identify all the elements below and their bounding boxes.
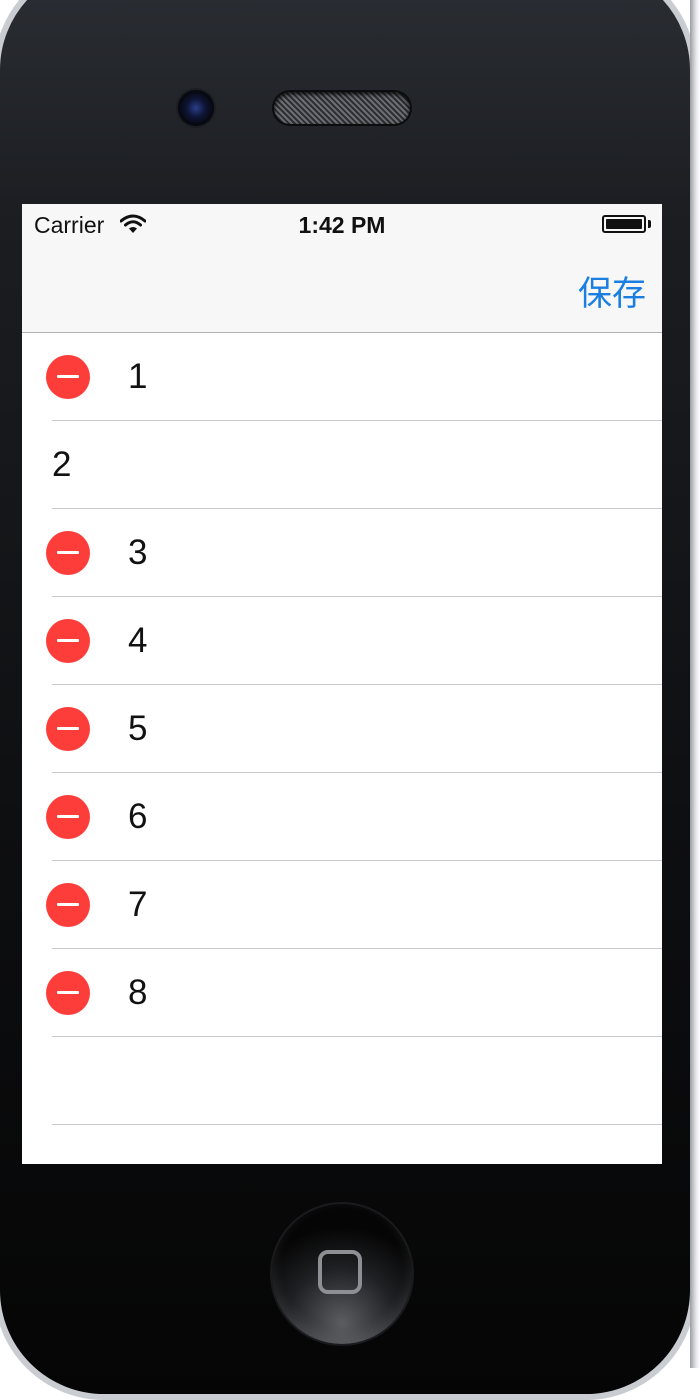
table-row[interactable]: 5 <box>22 685 662 773</box>
speaker-icon <box>274 92 410 124</box>
row-label: 3 <box>128 533 148 572</box>
row-label: 1 <box>128 357 148 396</box>
device-edge <box>690 0 700 1368</box>
save-button[interactable]: 保存 <box>578 266 646 315</box>
minus-bar <box>57 991 79 994</box>
table-row[interactable] <box>22 1037 662 1125</box>
row-separator <box>52 1124 662 1125</box>
minus-bar <box>57 727 79 730</box>
minus-bar <box>57 815 79 818</box>
minus-bar <box>57 375 79 378</box>
table-row[interactable]: 4 <box>22 597 662 685</box>
minus-circle-icon[interactable] <box>46 355 90 399</box>
row-label: 5 <box>128 709 148 748</box>
home-button-icon[interactable] <box>272 1204 412 1344</box>
minus-bar <box>57 639 79 642</box>
table-view: 1 2 3 4 5 6 7 8 <box>22 333 662 1125</box>
minus-bar <box>57 551 79 554</box>
table-row[interactable]: 2 <box>22 421 662 509</box>
navigation-bar: 保存 <box>22 244 662 333</box>
table-row[interactable]: 7 <box>22 861 662 949</box>
table-row[interactable]: 1 <box>22 333 662 421</box>
table-row[interactable]: 8 <box>22 949 662 1037</box>
battery-tip <box>648 220 651 228</box>
home-square-icon <box>318 1250 362 1294</box>
clock-label: 1:42 PM <box>298 212 386 238</box>
camera-icon <box>178 90 214 126</box>
row-label: 2 <box>52 445 72 484</box>
minus-circle-icon[interactable] <box>46 883 90 927</box>
app-screen: Carrier 1:42 PM 保存 1 2 3 4 5 6 7 8 <box>22 204 662 1164</box>
table-row[interactable]: 6 <box>22 773 662 861</box>
row-label: 7 <box>128 885 148 924</box>
table-row[interactable]: 3 <box>22 509 662 597</box>
minus-circle-icon[interactable] <box>46 707 90 751</box>
minus-bar <box>57 903 79 906</box>
minus-circle-icon[interactable] <box>46 795 90 839</box>
minus-circle-icon[interactable] <box>46 531 90 575</box>
row-label: 4 <box>128 621 148 660</box>
minus-circle-icon[interactable] <box>46 971 90 1015</box>
status-bar: Carrier 1:42 PM <box>22 204 662 244</box>
row-label: 6 <box>128 797 148 836</box>
battery-fill <box>606 219 642 229</box>
battery-icon <box>602 215 646 233</box>
row-label: 8 <box>128 973 148 1012</box>
minus-circle-icon[interactable] <box>46 619 90 663</box>
